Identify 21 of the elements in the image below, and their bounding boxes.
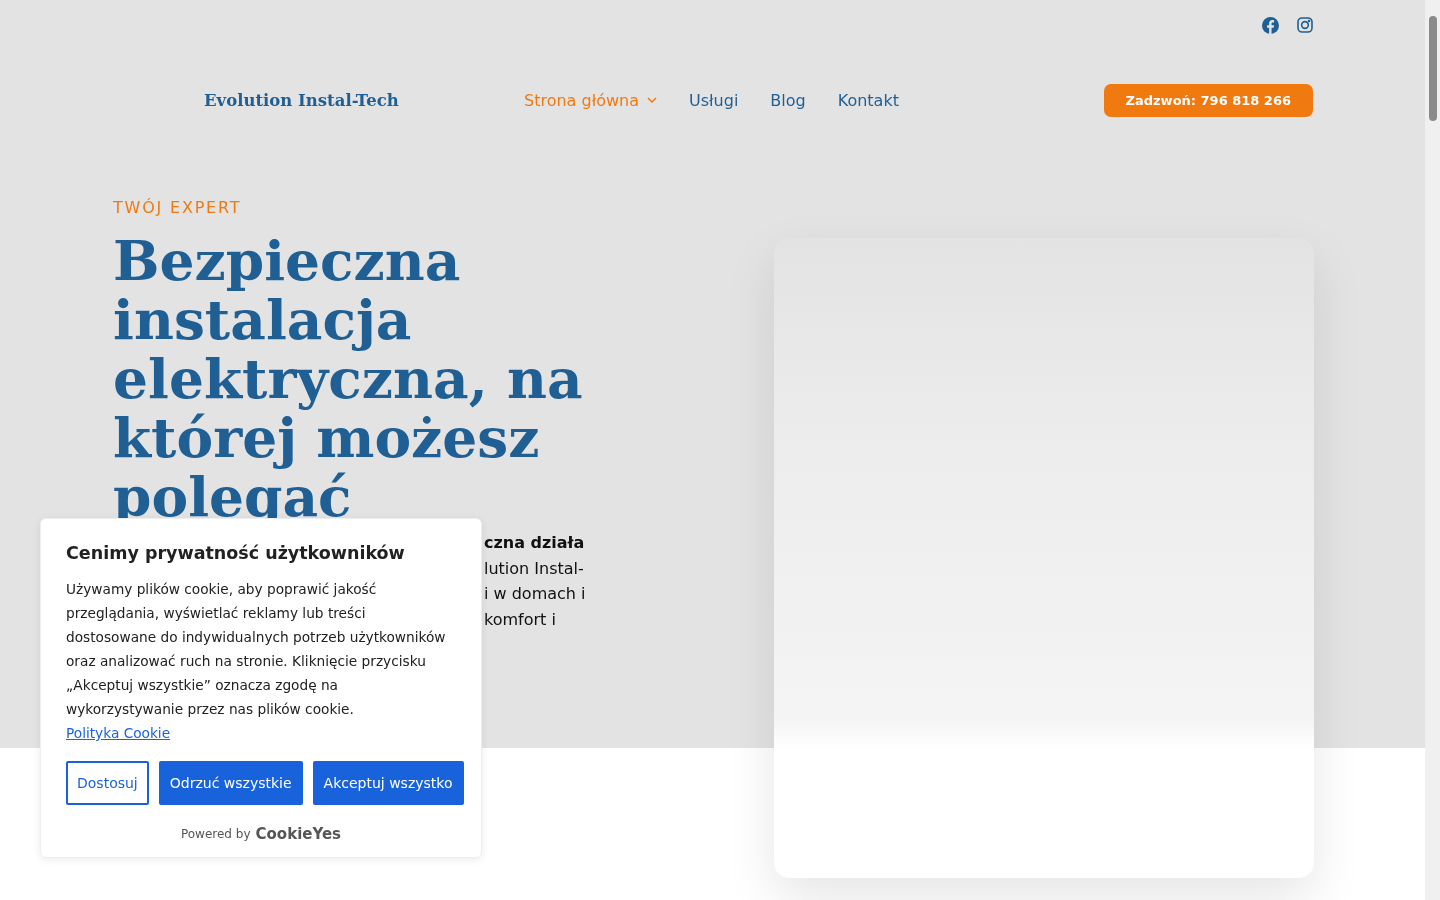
cookie-button[interactable]: Akceptuj wszystko [312,761,464,805]
nav-link[interactable]: Blog [770,90,806,110]
paragraph-text: lution Instal- [484,557,585,580]
brand-logo[interactable]: CookieYes [255,825,342,843]
nav-link[interactable]: Kontakt [837,90,899,110]
cookie-policy-link[interactable]: Polityka Cookie [66,725,171,741]
site-logo[interactable]: Evolution Instal-Tech [204,90,524,110]
cookie-button[interactable]: Dostosuj [66,761,149,805]
paragraph-text: i w domach i [484,583,587,606]
banner-text: Używamy plików cookie, aby poprawić jakość przeglądania, wyświetlać reklamy lub treści dostosowane do indywidualnych potrzeb użytkowników oraz analizować ruch na stronie. Kliknięcie przycisku „Akceptuj wszystkie” oznacza zgodę na wykorzystywanie przez nas plików cookie. Polityka Cookie [66,580,447,743]
powered-by-text: Powered by [180,827,251,841]
instagram-icon[interactable] [1297,17,1313,33]
scrollbar[interactable] [1425,0,1440,900]
paragraph-text: komfort i [484,608,557,631]
call-button[interactable]: Zadzwoń: 796 818 266 [1103,83,1313,117]
paragraph-text: czna działa [484,532,586,554]
cookie-button[interactable]: Odrzuć wszystkie [158,761,303,805]
banner-title: Cenimy prywatność użytkowników [66,543,406,563]
facebook-icon[interactable] [1262,17,1279,34]
nav-link[interactable]: Usługi [689,90,739,110]
eyebrow-text: TWÓJ EXPERT [113,198,243,217]
